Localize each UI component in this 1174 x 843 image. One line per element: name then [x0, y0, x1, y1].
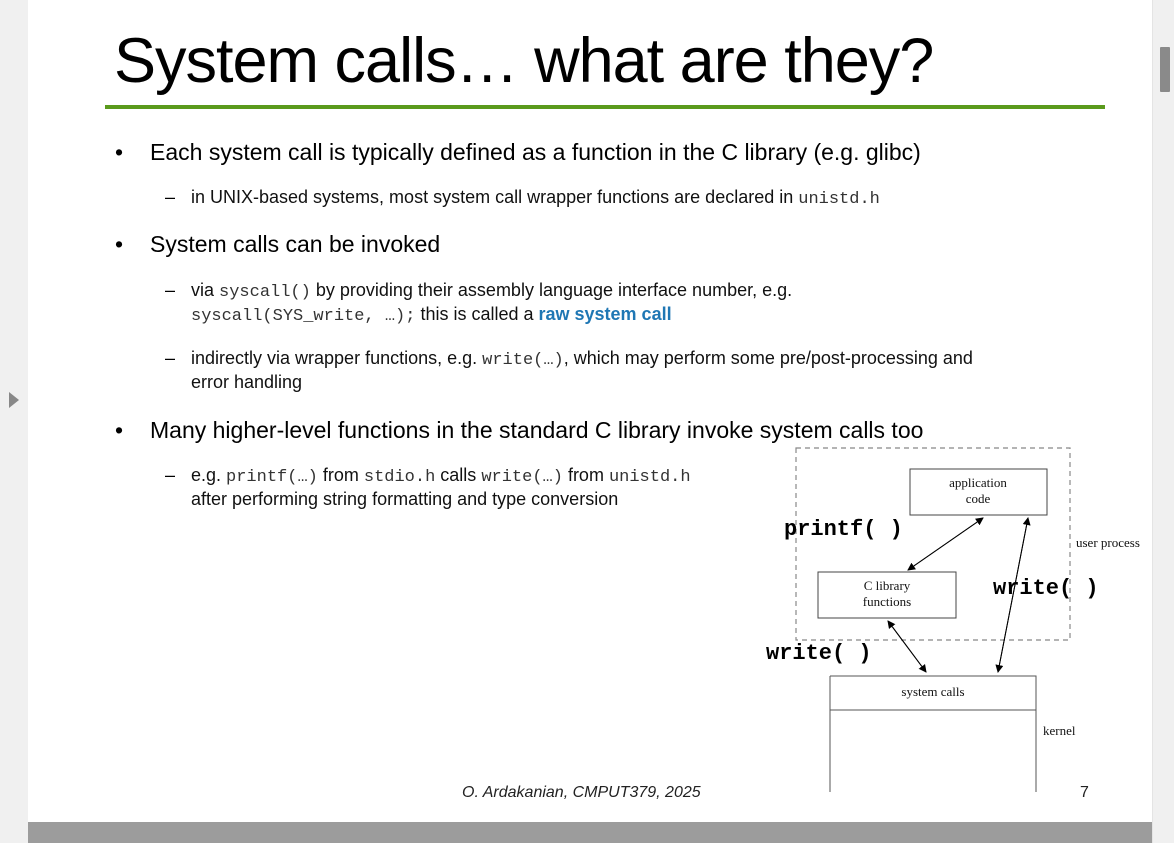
- code-unistd: unistd.h: [798, 190, 880, 209]
- page-number: 7: [1080, 784, 1089, 801]
- sub-text: , which may perform some pre/post-proces…: [563, 348, 973, 368]
- bullet-2-sub-1-line-2: syscall(SYS_write, …); this is called a …: [191, 302, 672, 329]
- bullet-icon: •: [115, 139, 124, 165]
- scrollbar-thumb[interactable]: [1160, 47, 1170, 92]
- application-code-label-1: application: [949, 475, 1007, 490]
- library-write-arrow-up: [887, 620, 927, 673]
- bullet-icon: •: [115, 231, 124, 257]
- system-calls-label: system calls: [901, 684, 964, 699]
- expand-panel-arrow-icon[interactable]: [9, 392, 19, 408]
- slide-canvas: System calls… what are they? • Each syst…: [28, 0, 1152, 822]
- bullet-2-sub-2-line-2: error handling: [191, 372, 303, 392]
- vertical-scrollbar[interactable]: [1152, 0, 1174, 843]
- sub-text: e.g.: [191, 465, 227, 485]
- code-unistd: unistd.h: [608, 468, 691, 487]
- write-label-right: write( ): [993, 576, 1099, 601]
- sub-text: in UNIX-based systems, most system call …: [191, 187, 799, 207]
- bullet-3-sub-1-line-2: after performing string formatting and t…: [191, 489, 619, 509]
- left-panel-gutter: [0, 0, 29, 843]
- printf-arrow-down: [907, 517, 984, 571]
- slide-title: System calls… what are they?: [114, 26, 934, 96]
- system-call-diagram: application code C library functions sys…: [766, 447, 1140, 792]
- printf-label: printf( ): [784, 517, 903, 542]
- bullet-1-text: Each system call is typically defined as…: [150, 139, 921, 165]
- code-write: write(…): [482, 351, 564, 370]
- bullet-2-text: System calls can be invoked: [150, 231, 441, 257]
- sub-text: this is called a: [415, 304, 539, 324]
- code-printf: printf(…): [226, 468, 318, 487]
- dash-icon: –: [165, 465, 176, 485]
- code-write: write(…): [481, 468, 563, 487]
- bullet-2-sub-1-line-1: via syscall() by providing their assembl…: [191, 278, 792, 305]
- sub-text: indirectly via wrapper functions, e.g.: [191, 348, 483, 368]
- code-stdio: stdio.h: [363, 468, 436, 487]
- sub-text: by providing their assembly language int…: [310, 280, 793, 300]
- dash-icon: –: [165, 187, 176, 207]
- c-library-label-1: C library: [864, 578, 911, 593]
- sub-text: from: [317, 465, 364, 485]
- sub-text: calls: [435, 465, 482, 485]
- code-syscall: syscall(): [219, 283, 311, 302]
- bullet-1-sub-1: in UNIX-based systems, most system call …: [191, 185, 880, 212]
- kernel-label: kernel: [1043, 723, 1076, 738]
- footer-author: O. Ardakanian, CMPUT379, 2025: [462, 784, 701, 801]
- bottom-horizontal-bar: [28, 822, 1152, 843]
- title-underline: [105, 105, 1105, 109]
- dash-icon: –: [165, 348, 176, 368]
- raw-system-call-highlight: raw system call: [538, 304, 672, 324]
- dash-icon: –: [165, 280, 176, 300]
- user-process-label: user process: [1076, 535, 1140, 550]
- c-library-label-2: functions: [863, 594, 911, 609]
- write-label-left: write( ): [766, 641, 872, 666]
- bullet-2-sub-2-line-1: indirectly via wrapper functions, e.g. w…: [191, 346, 973, 373]
- bullet-icon: •: [115, 417, 124, 443]
- application-code-label-2: code: [966, 491, 991, 506]
- code-syscall-example: syscall(SYS_write, …);: [191, 307, 416, 326]
- bullet-3-sub-1-line-1: e.g. printf(…) from stdio.h calls write(…: [191, 463, 691, 490]
- sub-text: via: [191, 280, 220, 300]
- sub-text: from: [562, 465, 609, 485]
